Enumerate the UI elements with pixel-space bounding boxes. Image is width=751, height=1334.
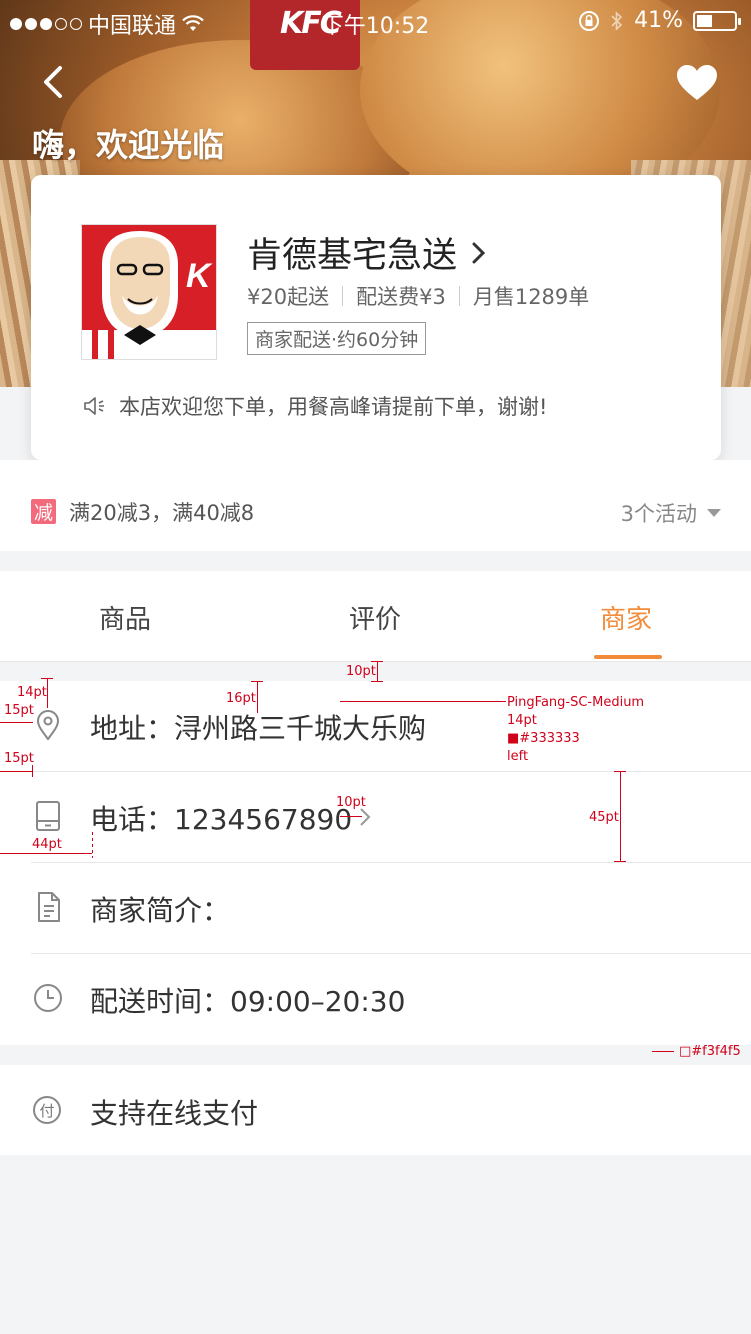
annotation-line bbox=[371, 681, 383, 682]
hours-row: 配送时间：09:00–20:30 bbox=[0, 954, 751, 1045]
status-right: 41% bbox=[578, 8, 741, 33]
clock-icon bbox=[34, 984, 62, 1012]
annotation-line bbox=[0, 771, 33, 772]
promotion-count: 3个活动 bbox=[620, 502, 697, 526]
annotation-font-color: ■#333333 bbox=[507, 731, 580, 746]
phone-row[interactable]: 电话：1234567890 bbox=[0, 772, 751, 863]
speaker-icon bbox=[84, 397, 104, 415]
battery-icon bbox=[693, 10, 741, 31]
annotation-bg-color: □#f3f4f5 bbox=[679, 1044, 741, 1059]
svg-text:K: K bbox=[186, 257, 213, 295]
annotation-text-left: 44pt bbox=[32, 837, 62, 852]
annotation-row-height: 45pt bbox=[589, 810, 619, 825]
annotation-line bbox=[340, 816, 362, 817]
payment-icon: 付 bbox=[33, 1096, 61, 1124]
store-logo: K bbox=[81, 224, 217, 360]
annotation-line bbox=[614, 861, 626, 862]
annotation-line bbox=[0, 853, 92, 854]
annotation-text-top: 16pt bbox=[226, 691, 256, 706]
hours-text: 配送时间：09:00–20:30 bbox=[90, 985, 406, 1018]
delivery-fee: 配送费¥3 bbox=[356, 285, 446, 309]
document-icon bbox=[38, 892, 60, 922]
annotation-gap-top: 10pt bbox=[346, 664, 376, 679]
bluetooth-icon bbox=[611, 10, 623, 31]
payment-text: 支持在线支付 bbox=[90, 1097, 259, 1130]
annotation-left-pad: 15pt bbox=[4, 703, 34, 718]
phone-icon bbox=[36, 801, 60, 831]
more-promotions-button[interactable]: 3个活动 bbox=[621, 498, 721, 528]
caret-down-icon bbox=[707, 509, 721, 517]
annotation-arrow-gap: 10pt bbox=[336, 795, 366, 810]
address-text: 地址：浔州路三千城大乐购 bbox=[90, 712, 427, 745]
phone-text: 电话：1234567890 bbox=[90, 803, 353, 836]
annotation-left-pad-2: 15pt bbox=[4, 751, 34, 766]
annotation-line bbox=[340, 701, 506, 702]
notice-text: 本店欢迎您下单，用餐高峰请提前下单，谢谢! bbox=[119, 395, 548, 419]
rotation-lock-icon bbox=[579, 10, 600, 31]
monthly-sales: 月售1289单 bbox=[472, 285, 590, 309]
discount-badge: 减 bbox=[31, 499, 56, 524]
favorite-heart-icon[interactable] bbox=[676, 64, 718, 102]
min-order: ¥20起送 bbox=[247, 285, 330, 309]
merchant-info-list: 地址：浔州路三千城大乐购 电话：1234567890 商家简介： 配送时间：09… bbox=[0, 681, 751, 1045]
annotation-align: left bbox=[507, 749, 529, 764]
kfc-colonel-logo: K bbox=[82, 225, 216, 359]
promotion-text: 满20减3，满40减8 bbox=[69, 501, 255, 525]
store-name: 肯德基宅急送 bbox=[247, 236, 458, 276]
annotation-icon-top: 14pt bbox=[17, 685, 47, 700]
annotation-line bbox=[620, 771, 621, 862]
battery-percent: 41% bbox=[634, 8, 683, 33]
tab-merchant[interactable]: 商家 bbox=[501, 599, 751, 636]
divider bbox=[342, 286, 344, 306]
annotation-line bbox=[32, 765, 33, 777]
tab-products[interactable]: 商品 bbox=[0, 599, 250, 636]
annotation-line bbox=[377, 661, 378, 681]
active-tab-indicator bbox=[594, 655, 662, 659]
payment-row: 付 支持在线支付 bbox=[0, 1065, 751, 1155]
annotation-line bbox=[652, 1051, 674, 1052]
annotation-line bbox=[257, 681, 258, 713]
annotation-line bbox=[371, 661, 383, 662]
store-stats: ¥20起送 配送费¥3 月售1289单 bbox=[247, 281, 589, 311]
chevron-right-icon bbox=[472, 242, 486, 263]
status-bar: 中国联通 下午10:52 41% bbox=[0, 0, 751, 40]
welcome-title: 嗨，欢迎光临 bbox=[32, 126, 225, 164]
delivery-tag: 商家配送·约60分钟 bbox=[247, 322, 427, 355]
annotation-font-name: PingFang-SC-Medium bbox=[507, 695, 645, 710]
annotation-line bbox=[47, 678, 48, 708]
annotation-font-size: 14pt bbox=[507, 713, 537, 728]
annotation-line bbox=[251, 681, 263, 682]
promotion-bar[interactable]: 减 满20减3，满40减8 3个活动 bbox=[0, 460, 751, 551]
tab-reviews[interactable]: 评价 bbox=[250, 599, 500, 636]
store-notice: 本店欢迎您下单，用餐高峰请提前下单，谢谢! bbox=[83, 391, 547, 421]
annotation-line bbox=[41, 678, 53, 679]
annotation-line bbox=[614, 771, 626, 772]
intro-row: 商家简介： bbox=[0, 863, 751, 954]
divider bbox=[458, 286, 460, 306]
location-pin-icon bbox=[36, 710, 60, 741]
intro-text: 商家简介： bbox=[90, 894, 231, 927]
store-card: K 肯德基宅急送 ¥20起送 配送费¥3 月售1289单 商家配送·约60分钟 … bbox=[31, 175, 721, 460]
store-name-link[interactable]: 肯德基宅急送 bbox=[247, 227, 487, 278]
annotation-line bbox=[92, 832, 93, 858]
back-arrow-icon[interactable] bbox=[36, 62, 76, 102]
tab-bar: 商品 评价 商家 bbox=[0, 571, 751, 662]
annotation-line bbox=[0, 722, 33, 723]
